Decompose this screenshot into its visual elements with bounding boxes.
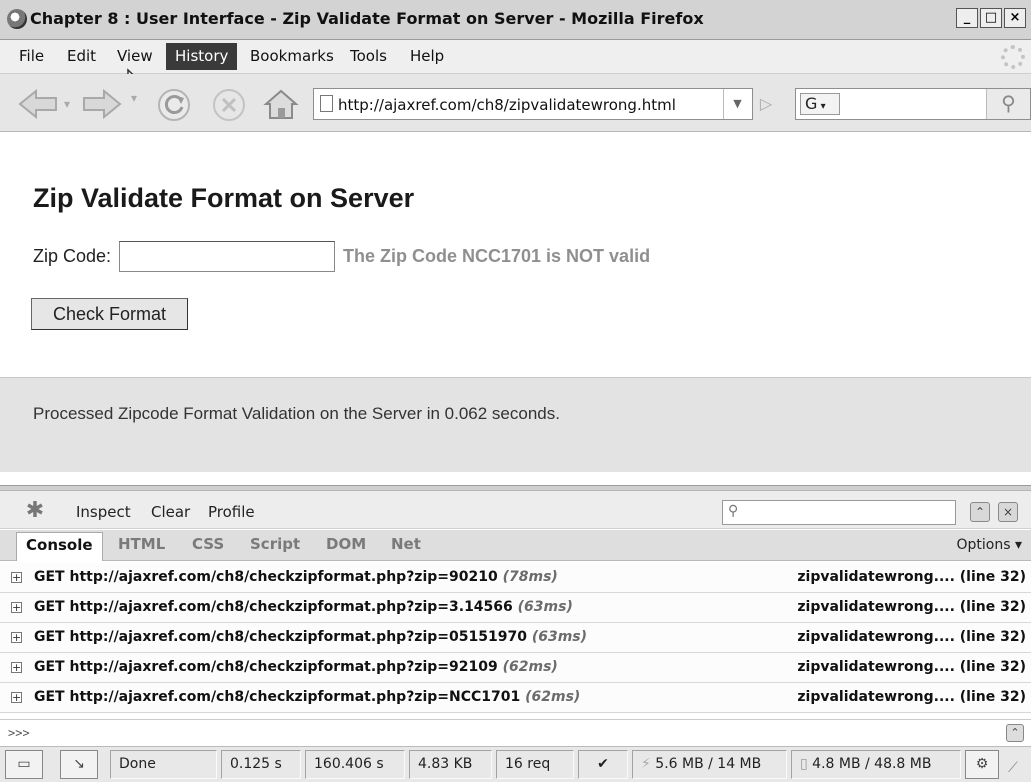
tab-script[interactable]: Script bbox=[250, 535, 300, 553]
console-row[interactable]: + GET http://ajaxref.com/ch8/checkzipform… bbox=[0, 563, 1031, 593]
menu-tools[interactable]: Tools bbox=[350, 47, 387, 65]
console-request[interactable]: GET http://ajaxref.com/ch8/checkzipforma… bbox=[34, 689, 580, 705]
firebug-search-input[interactable] bbox=[722, 500, 956, 525]
menu-history[interactable]: History bbox=[166, 43, 238, 70]
window-layout-icon[interactable]: ▭ bbox=[5, 750, 43, 779]
command-line[interactable] bbox=[0, 719, 1031, 746]
request-url[interactable]: GET http://ajaxref.com/ch8/checkzipforma… bbox=[34, 689, 520, 705]
tab-html[interactable]: HTML bbox=[118, 535, 165, 553]
memory-usage-value: 5.6 MB / 14 MB bbox=[655, 756, 762, 772]
source-link[interactable]: zipvalidatewrong.... (line 32) bbox=[797, 659, 1026, 675]
source-link[interactable]: zipvalidatewrong.... (line 32) bbox=[797, 569, 1026, 585]
source-link[interactable]: zipvalidatewrong.... (line 32) bbox=[797, 689, 1026, 705]
expand-icon[interactable]: + bbox=[11, 572, 22, 583]
server-status-panel bbox=[0, 377, 1031, 472]
firebug-bug-icon[interactable]: ✱ bbox=[21, 498, 49, 524]
check-icon[interactable]: ✔ bbox=[578, 750, 628, 779]
firebug-close-icon[interactable]: × bbox=[998, 502, 1018, 522]
source-link[interactable]: zipvalidatewrong.... (line 32) bbox=[797, 599, 1026, 615]
load-time: 0.125 s bbox=[221, 750, 301, 779]
request-url[interactable]: GET http://ajaxref.com/ch8/checkzipforma… bbox=[34, 599, 513, 615]
check-format-button[interactable]: Check Format bbox=[31, 298, 188, 330]
tab-css[interactable]: CSS bbox=[192, 535, 224, 553]
window-title: Chapter 8 : User Interface - Zip Validat… bbox=[30, 9, 704, 28]
flash-icon: ⚡ bbox=[641, 756, 656, 772]
search-engine-label: G bbox=[805, 94, 818, 113]
menu-help[interactable]: Help bbox=[410, 47, 444, 65]
menu-view[interactable]: View bbox=[117, 47, 153, 65]
request-time: (63ms) bbox=[531, 629, 588, 645]
validation-message: The Zip Code NCC1701 is NOT valid bbox=[343, 246, 651, 266]
page-title: Zip Validate Format on Server bbox=[33, 183, 415, 213]
server-status-text: Processed Zipcode Format Validation on t… bbox=[33, 404, 560, 423]
request-time: (63ms) bbox=[517, 599, 573, 615]
page-icon bbox=[320, 95, 333, 112]
tab-net[interactable]: Net bbox=[391, 535, 421, 553]
stop-icon[interactable] bbox=[212, 88, 246, 122]
disk-icon: ▯ bbox=[800, 756, 813, 772]
request-time: (78ms) bbox=[502, 569, 558, 585]
command-prompt: >>> bbox=[8, 726, 30, 740]
search-engine-selector[interactable]: G ▾ bbox=[800, 93, 840, 115]
request-url[interactable]: GET http://ajaxref.com/ch8/checkzipforma… bbox=[34, 659, 498, 675]
home-icon[interactable] bbox=[263, 86, 299, 122]
menu-file[interactable]: File bbox=[19, 47, 44, 65]
expand-icon[interactable]: + bbox=[11, 602, 22, 613]
firefox-icon bbox=[7, 9, 27, 29]
options-menu[interactable]: Options ▾ bbox=[957, 537, 1023, 553]
console-request[interactable]: GET http://ajaxref.com/ch8/checkzipforma… bbox=[34, 659, 558, 675]
go-button[interactable]: ▷ bbox=[752, 89, 780, 119]
status-text: Done bbox=[110, 750, 217, 779]
url-dropdown-button[interactable]: ▼ bbox=[723, 89, 751, 119]
maximize-button[interactable]: □ bbox=[980, 8, 1002, 28]
console-row[interactable]: + GET http://ajaxref.com/ch8/checkzipform… bbox=[0, 593, 1031, 623]
memory-usage: ⚡ 5.6 MB / 14 MB bbox=[632, 750, 787, 779]
menu-bar bbox=[0, 40, 1031, 74]
zip-code-label: Zip Code: bbox=[33, 246, 112, 266]
back-icon[interactable] bbox=[18, 88, 60, 120]
cache-usage-value: 4.8 MB / 48.8 MB bbox=[812, 756, 932, 772]
zip-code-input[interactable] bbox=[119, 241, 335, 272]
resize-grip-icon[interactable]: ⟋ bbox=[1008, 760, 1018, 776]
console-row[interactable]: + GET http://ajaxref.com/ch8/checkzipform… bbox=[0, 683, 1031, 713]
source-link[interactable]: zipvalidatewrong.... (line 32) bbox=[797, 629, 1026, 645]
settings-gear-icon[interactable]: ⚙ bbox=[965, 750, 999, 779]
request-time: (62ms) bbox=[525, 689, 581, 705]
total-time: 160.406 s bbox=[305, 750, 405, 779]
console-request[interactable]: GET http://ajaxref.com/ch8/checkzipforma… bbox=[34, 569, 558, 585]
console-row[interactable]: + GET http://ajaxref.com/ch8/checkzipform… bbox=[0, 653, 1031, 683]
firebug-minimize-icon[interactable]: ⌃ bbox=[970, 502, 990, 522]
search-icon[interactable]: ⚲ bbox=[986, 89, 1030, 119]
inspect-button[interactable]: Inspect bbox=[76, 503, 131, 521]
expand-command-line-icon[interactable]: ⌃ bbox=[1006, 724, 1024, 742]
request-url[interactable]: GET http://ajaxref.com/ch8/checkzipforma… bbox=[34, 629, 527, 645]
console-request[interactable]: GET http://ajaxref.com/ch8/checkzipforma… bbox=[34, 629, 587, 645]
forward-icon[interactable] bbox=[80, 88, 122, 120]
cache-usage: ▯ 4.8 MB / 48.8 MB bbox=[791, 750, 961, 779]
close-button[interactable]: × bbox=[1004, 8, 1026, 28]
request-count: 16 req bbox=[496, 750, 574, 779]
reload-icon[interactable] bbox=[157, 88, 191, 122]
firebug-search-icon: ⚲ bbox=[728, 503, 739, 519]
menu-edit[interactable]: Edit bbox=[67, 47, 96, 65]
menu-bookmarks[interactable]: Bookmarks bbox=[250, 47, 334, 65]
throbber-icon bbox=[1001, 45, 1025, 69]
tab-dom[interactable]: DOM bbox=[326, 535, 366, 553]
request-url[interactable]: GET http://ajaxref.com/ch8/checkzipforma… bbox=[34, 569, 498, 585]
profile-button[interactable]: Profile bbox=[208, 503, 255, 521]
console-request[interactable]: GET http://ajaxref.com/ch8/checkzipforma… bbox=[34, 599, 573, 615]
expand-icon[interactable]: + bbox=[11, 632, 22, 643]
back-dropdown-icon[interactable]: ▾ bbox=[64, 98, 70, 110]
expand-icon[interactable]: + bbox=[11, 662, 22, 673]
minimize-button[interactable]: _ bbox=[956, 8, 978, 28]
request-time: (62ms) bbox=[502, 659, 558, 675]
forward-dropdown-icon[interactable]: ▾ bbox=[131, 92, 137, 104]
expand-icon[interactable]: + bbox=[11, 692, 22, 703]
url-text[interactable]: http://ajaxref.com/ch8/zipvalidatewrong.… bbox=[338, 96, 676, 114]
inspect-cursor-icon[interactable]: ↘ bbox=[60, 750, 98, 779]
clear-button[interactable]: Clear bbox=[151, 503, 190, 521]
console-row[interactable]: + GET http://ajaxref.com/ch8/checkzipform… bbox=[0, 623, 1031, 653]
tab-console[interactable]: Console bbox=[16, 532, 103, 561]
page-size: 4.83 KB bbox=[409, 750, 492, 779]
